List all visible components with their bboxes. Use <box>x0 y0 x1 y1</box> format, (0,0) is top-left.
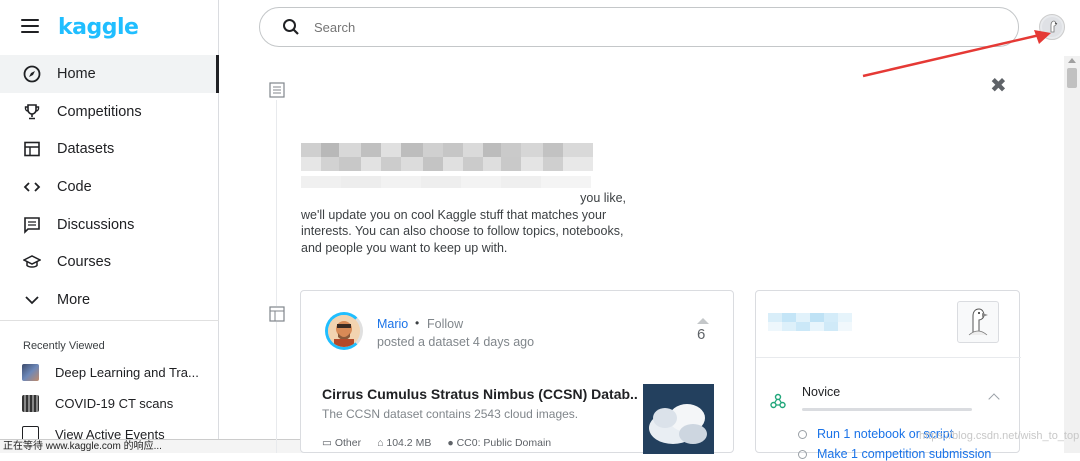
sidebar-item-home[interactable]: Home <box>0 55 219 93</box>
watermark-text: https://blog.csdn.net/wish_to_top <box>919 430 1080 442</box>
chevron-down-icon <box>22 290 42 310</box>
recent-item-label: Deep Learning and Tra... <box>55 364 199 380</box>
close-icon[interactable]: ✖ <box>990 73 1007 98</box>
dataset-license: ● CC0: Public Domain <box>447 437 552 449</box>
dataset-description: The CCSN dataset contains 2543 cloud ima… <box>322 407 579 421</box>
profile-avatar[interactable] <box>957 301 999 343</box>
follow-link[interactable]: Follow <box>427 317 463 331</box>
intro-line-tail: you like, <box>580 191 626 205</box>
scroll-thumb[interactable] <box>1067 68 1077 88</box>
goose-icon <box>968 308 988 336</box>
separator-dot: • <box>415 316 420 330</box>
kaggle-logo[interactable]: kaggle <box>58 15 139 40</box>
timeline-line <box>276 100 277 453</box>
sidebar-item-label: Discussions <box>57 216 135 233</box>
compass-icon <box>22 64 42 84</box>
sidebar-header: kaggle <box>0 0 219 56</box>
task-status-icon <box>798 449 807 459</box>
sidebar-item-courses[interactable]: Courses <box>0 243 219 281</box>
intro-body: we'll update you on cool Kaggle stuff th… <box>301 207 624 255</box>
scroll-up-icon[interactable] <box>1068 58 1076 63</box>
cloud-image <box>643 384 714 454</box>
dataset-thumbnail[interactable] <box>643 384 714 454</box>
task-item[interactable]: Make 1 competition submission <box>798 447 991 461</box>
sidebar-item-label: Competitions <box>57 103 142 120</box>
novice-tier-icon <box>770 393 786 409</box>
sidebar-nav: Home Competitions Datasets Code Discussi… <box>0 55 219 319</box>
license-dot-icon: ● <box>447 437 457 449</box>
chevron-up-icon[interactable] <box>988 393 1000 405</box>
annotation-arrow-icon <box>862 30 1051 78</box>
sidebar-item-label: Courses <box>57 254 111 271</box>
feed-card: Mario • Follow posted a dataset 4 days a… <box>300 290 734 454</box>
dataset-title-link[interactable]: Cirrus Cumulus Stratus Nimbus (CCSN) Dat… <box>322 386 637 402</box>
recently-viewed-heading: Recently Viewed <box>23 340 105 352</box>
sidebar-divider <box>0 320 219 321</box>
school-icon <box>22 252 42 272</box>
trophy-icon <box>22 102 42 122</box>
list-icon <box>269 82 285 98</box>
author-photo <box>328 315 360 347</box>
sidebar-item-label: Datasets <box>57 141 115 158</box>
main-content: ✖ you like, we'll update you on cool Kag… <box>219 0 1080 461</box>
page-scrollbar[interactable] <box>1064 56 1080 453</box>
upvote-icon[interactable] <box>697 318 709 324</box>
sidebar-item-label: Code <box>57 178 92 195</box>
recent-item[interactable]: Deep Learning and Tra... <box>22 361 212 383</box>
menu-icon[interactable] <box>21 19 39 33</box>
tier-progress-bar <box>802 408 972 411</box>
recent-item[interactable]: COVID-19 CT scans <box>22 392 212 414</box>
sidebar-item-code[interactable]: Code <box>0 168 219 206</box>
vote-count: 6 <box>697 326 706 343</box>
code-icon <box>22 177 42 197</box>
author-name-link[interactable]: Mario <box>377 317 408 331</box>
sidebar-item-label: Home <box>57 65 96 82</box>
post-timestamp: posted a dataset 4 days ago <box>377 335 535 349</box>
dataset-meta: ▭ Other ⌂ 104.2 MB ● CC0: Public Domain <box>322 437 551 449</box>
table-icon <box>22 139 42 159</box>
sidebar-item-discussions[interactable]: Discussions <box>0 206 219 244</box>
search-input[interactable] <box>314 19 914 35</box>
storage-icon: ⌂ <box>377 437 387 449</box>
sidebar: kaggle Home Competitions Datasets Code D… <box>0 0 360 453</box>
sidebar-item-competitions[interactable]: Competitions <box>0 93 219 131</box>
recent-item-label: COVID-19 CT scans <box>55 395 174 411</box>
table-icon <box>269 306 285 322</box>
search-icon <box>283 19 299 35</box>
sidebar-item-datasets[interactable]: Datasets <box>0 130 219 168</box>
progress-card: Novice Run 1 notebook or script Make 1 c… <box>755 290 1021 461</box>
card-divider <box>756 357 1021 358</box>
recent-thumbnail <box>22 394 39 412</box>
author-avatar[interactable] <box>325 312 363 350</box>
comment-icon <box>22 215 42 235</box>
task-status-icon <box>798 429 807 439</box>
dataset-type: ▭ Other <box>322 437 362 449</box>
file-icon: ▭ <box>322 437 335 449</box>
sidebar-item-label: More <box>57 291 91 308</box>
dataset-size: ⌂ 104.2 MB <box>377 437 432 449</box>
tier-label: Novice <box>802 385 841 399</box>
sidebar-item-more[interactable]: More <box>0 281 219 319</box>
recent-thumbnail <box>22 363 39 381</box>
intro-text: you like, we'll update you on cool Kaggl… <box>301 190 641 256</box>
pixelated-redaction <box>768 313 852 331</box>
